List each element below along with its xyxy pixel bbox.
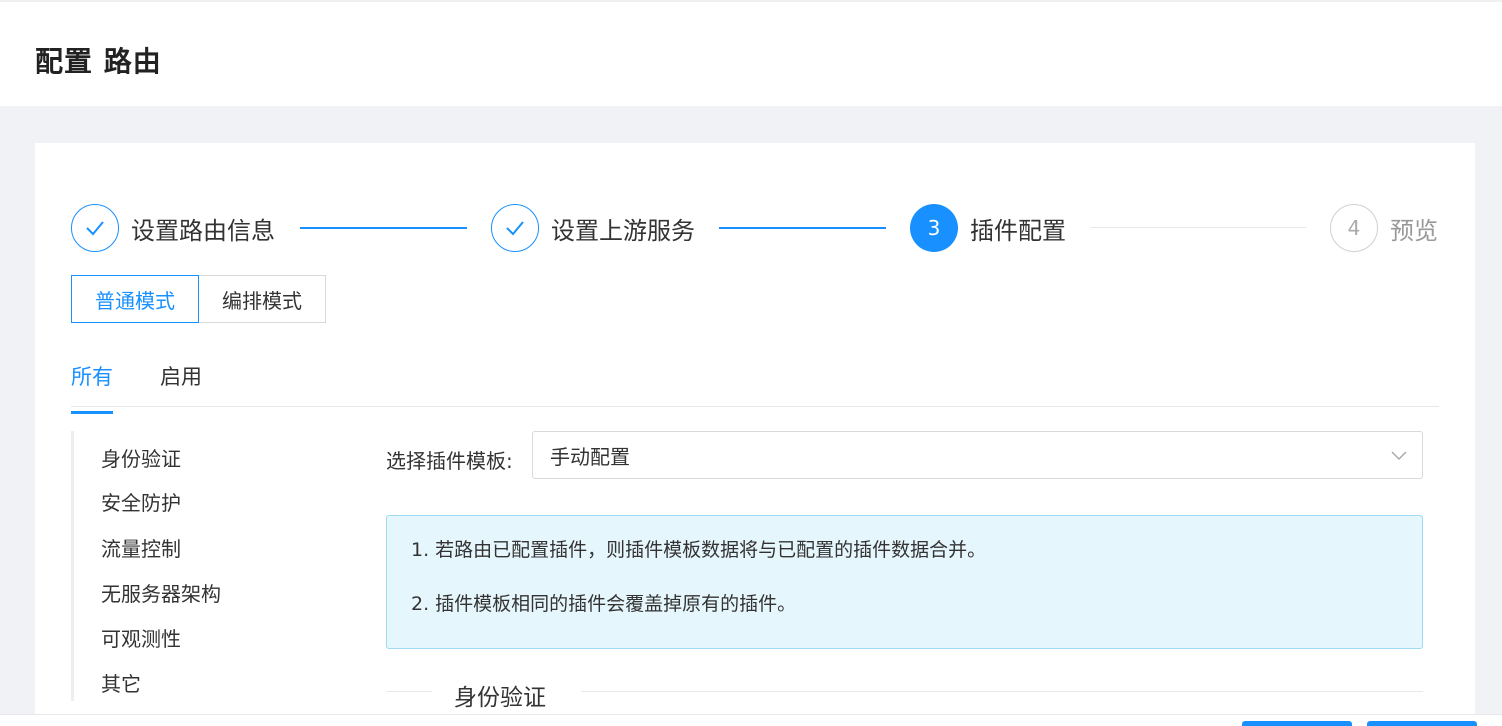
step-number: 3 bbox=[910, 204, 958, 252]
content-card: 设置路由信息 设置上游服务 3 插件配置 4 预览 普通模式 编排模式 所有 启… bbox=[35, 143, 1475, 726]
mode-switch: 普通模式 编排模式 bbox=[71, 275, 326, 323]
step-preview: 4 预览 bbox=[1330, 204, 1438, 252]
divider-line bbox=[581, 691, 1423, 692]
step-title: 设置路由信息 bbox=[131, 216, 275, 245]
normal-mode-button[interactable]: 普通模式 bbox=[71, 275, 199, 323]
check-icon bbox=[491, 204, 539, 252]
page-title: 配置 路由 bbox=[35, 45, 162, 78]
tab-enabled[interactable]: 启用 bbox=[160, 361, 202, 411]
plugin-tabs: 所有 启用 bbox=[71, 353, 1439, 414]
template-select-value: 手动配置 bbox=[550, 444, 630, 469]
step-upstream: 设置上游服务 bbox=[491, 204, 695, 252]
orchestration-mode-button[interactable]: 编排模式 bbox=[199, 275, 326, 323]
check-icon bbox=[71, 204, 119, 252]
alert-line: 2. 插件模板相同的插件会覆盖掉原有的插件。 bbox=[411, 593, 797, 615]
chevron-down-icon bbox=[1391, 451, 1407, 461]
section-title: 身份验证 bbox=[454, 685, 546, 711]
template-select[interactable]: 手动配置 bbox=[532, 431, 1423, 479]
category-menu: 身份验证 安全防护 流量控制 无服务器架构 可观测性 其它 bbox=[71, 431, 221, 701]
step-connector bbox=[1090, 227, 1306, 228]
step-title: 设置上游服务 bbox=[551, 216, 695, 245]
category-item-observability[interactable]: 可观测性 bbox=[101, 623, 181, 652]
step-plugin-config: 3 插件配置 bbox=[910, 204, 1066, 252]
step-title: 预览 bbox=[1390, 216, 1438, 245]
category-item-serverless[interactable]: 无服务器架构 bbox=[101, 578, 221, 607]
tab-all[interactable]: 所有 bbox=[71, 361, 113, 414]
info-alert: 1. 若路由已配置插件，则插件模板数据将与已配置的插件数据合并。 2. 插件模板… bbox=[386, 515, 1423, 649]
alert-line: 1. 若路由已配置插件，则插件模板数据将与已配置的插件数据合并。 bbox=[411, 539, 987, 561]
divider-line bbox=[386, 691, 432, 692]
step-title: 插件配置 bbox=[970, 216, 1066, 245]
step-route-info: 设置路由信息 bbox=[71, 204, 275, 252]
category-item-traffic[interactable]: 流量控制 bbox=[101, 533, 181, 562]
footer-button[interactable] bbox=[1242, 721, 1352, 726]
category-item-auth[interactable]: 身份验证 bbox=[101, 443, 181, 472]
category-item-other[interactable]: 其它 bbox=[101, 668, 141, 697]
section-divider: 身份验证 bbox=[386, 673, 1423, 713]
category-item-security[interactable]: 安全防护 bbox=[101, 487, 181, 516]
template-select-label: 选择插件模板: bbox=[386, 449, 513, 473]
step-connector bbox=[300, 227, 467, 229]
footer-button[interactable] bbox=[1367, 721, 1477, 726]
page-header: 配置 路由 bbox=[0, 0, 1502, 106]
step-connector bbox=[719, 227, 886, 229]
step-number: 4 bbox=[1330, 204, 1378, 252]
